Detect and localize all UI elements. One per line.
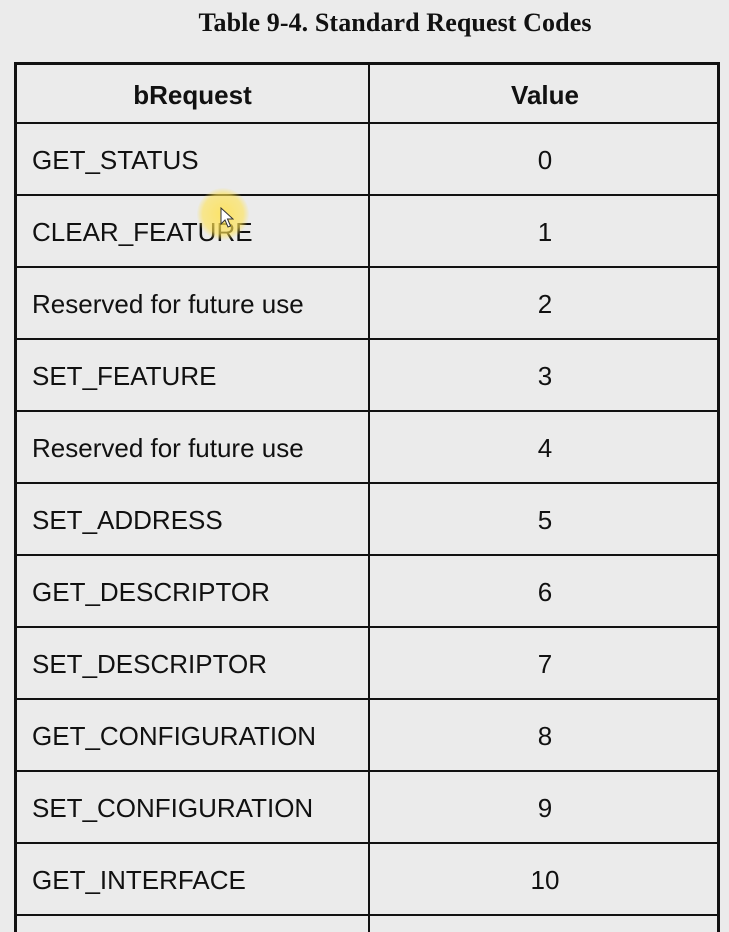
row-name: SET_CONFIGURATION <box>32 793 314 823</box>
row-value: 2 <box>537 289 553 319</box>
mouse-pointer-icon <box>220 207 234 228</box>
table-row: GET_INTERFACE 10 <box>17 844 717 916</box>
row-name: SET_ADDRESS <box>32 505 223 535</box>
table-row: SET_ADDRESS 5 <box>17 484 717 556</box>
row-name: GET_STATUS <box>32 145 199 175</box>
row-value: 9 <box>537 793 553 823</box>
row-value: 5 <box>537 505 553 535</box>
row-name: GET_CONFIGURATION <box>32 721 317 751</box>
row-name: CLEAR_FEATURE <box>32 217 253 247</box>
table-row: GET_CONFIGURATION 8 <box>17 700 717 772</box>
row-value: 6 <box>537 577 553 607</box>
table-header-row: bRequest Value <box>17 65 717 124</box>
row-value: 3 <box>537 361 553 391</box>
header-value: Value <box>511 80 579 110</box>
row-name: GET_DESCRIPTOR <box>32 577 270 607</box>
table-row: GET_STATUS 0 <box>17 124 717 196</box>
row-value: 8 <box>537 721 553 751</box>
table-caption: Table 9-4. Standard Request Codes <box>198 8 592 37</box>
row-value: 10 <box>530 865 560 895</box>
table-row: SET_DESCRIPTOR 7 <box>17 628 717 700</box>
table-row: SET_CONFIGURATION 9 <box>17 772 717 844</box>
table-row: Reserved for future use 2 <box>17 268 717 340</box>
request-codes-table: bRequest Value GET_STATUS 0 CLEAR_FEATUR… <box>14 62 720 932</box>
row-value: 4 <box>537 433 553 463</box>
row-value: 7 <box>537 649 553 679</box>
row-name: Reserved for future use <box>32 289 304 319</box>
row-value: 0 <box>537 145 553 175</box>
row-name: SET_DESCRIPTOR <box>32 649 268 679</box>
table-row: CLEAR_FEATURE 1 <box>17 196 717 268</box>
table-row: GET_DESCRIPTOR 6 <box>17 556 717 628</box>
row-value: 1 <box>537 217 553 247</box>
row-name: GET_INTERFACE <box>32 865 246 895</box>
table-row: SET_FEATURE 3 <box>17 340 717 412</box>
table-row: Reserved for future use 4 <box>17 412 717 484</box>
header-brequest: bRequest <box>133 80 252 110</box>
row-name: SET_FEATURE <box>32 361 217 391</box>
row-name: Reserved for future use <box>32 433 304 463</box>
